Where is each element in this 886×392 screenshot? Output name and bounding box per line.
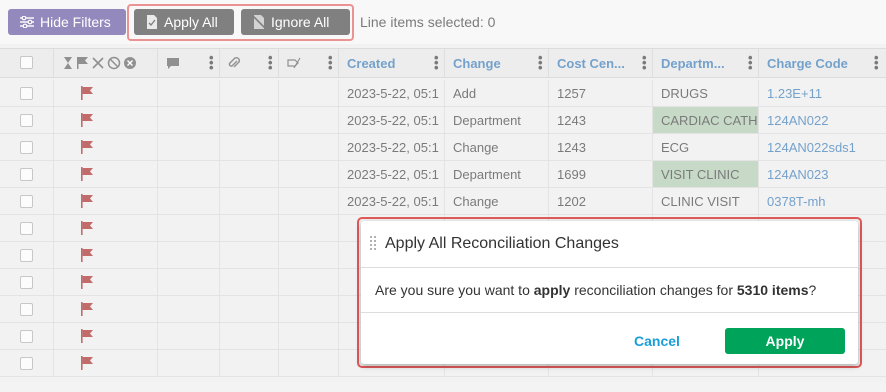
cancel-button[interactable]: Cancel <box>634 333 680 349</box>
message-suffix: ? <box>808 282 817 298</box>
confirm-dialog: Apply All Reconciliation Changes Are you… <box>361 221 858 364</box>
dialog-header[interactable]: Apply All Reconciliation Changes <box>361 221 858 268</box>
message-count: 5310 items <box>736 282 809 298</box>
dialog-message: Are you sure you want to apply reconcili… <box>375 282 816 298</box>
dialog-divider <box>361 312 858 313</box>
dialog-title: Apply All Reconciliation Changes <box>385 235 619 252</box>
message-prefix: Are you sure you want to <box>375 282 534 298</box>
message-middle: reconciliation changes for <box>570 282 737 298</box>
drag-handle-icon[interactable] <box>369 235 377 253</box>
message-action: apply <box>533 282 571 298</box>
apply-button[interactable]: Apply <box>725 328 845 354</box>
